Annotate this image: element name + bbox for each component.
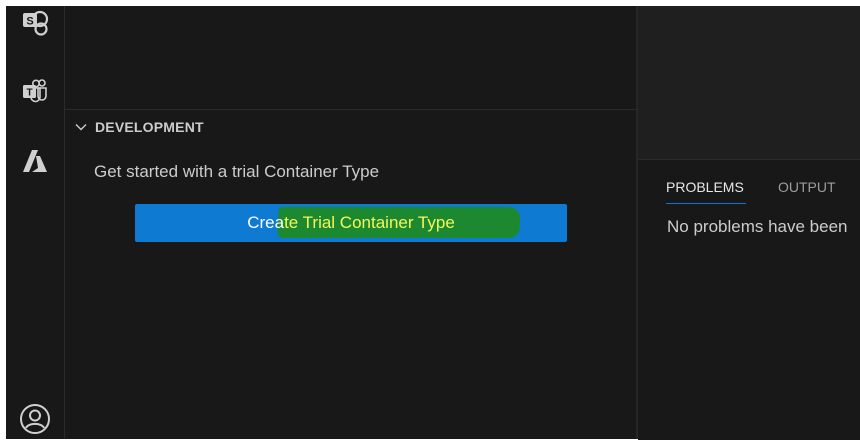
problems-message: No problems have been [667, 217, 848, 236]
button-label-highlighted: te Trial Container Type [284, 213, 455, 232]
account-icon[interactable] [18, 402, 52, 436]
activity-bar: S T [6, 6, 65, 439]
teams-toolkit-icon[interactable]: T [18, 74, 52, 108]
sidebar-divider [65, 109, 636, 110]
button-label-prefix: Crea [247, 213, 285, 232]
editor-area [638, 6, 860, 159]
tab-output[interactable]: OUTPUT [778, 179, 836, 195]
create-trial-container-type-button[interactable]: Create Trial Container Type [135, 204, 567, 242]
teams-letter: T [26, 88, 32, 99]
section-header-development[interactable]: DEVELOPMENT [65, 114, 636, 140]
bottom-panel: PROBLEMS OUTPUT No problems have been [638, 159, 860, 440]
window-frame: S T DEVELOPMENT Get started with a trial… [0, 0, 860, 440]
chevron-down-icon [75, 124, 87, 131]
sharepoint-icon[interactable]: S [18, 6, 52, 40]
section-title: DEVELOPMENT [95, 119, 204, 135]
sharepoint-letter: S [26, 16, 33, 28]
active-tab-indicator [666, 203, 746, 204]
sidebar: DEVELOPMENT Get started with a trial Con… [65, 6, 636, 439]
welcome-text: Get started with a trial Container Type [94, 162, 380, 181]
sidebar-empty-area [65, 6, 636, 109]
tab-problems[interactable]: PROBLEMS [666, 179, 744, 195]
azure-icon[interactable] [18, 144, 52, 178]
button-label: Create Trial Container Type [247, 204, 455, 242]
